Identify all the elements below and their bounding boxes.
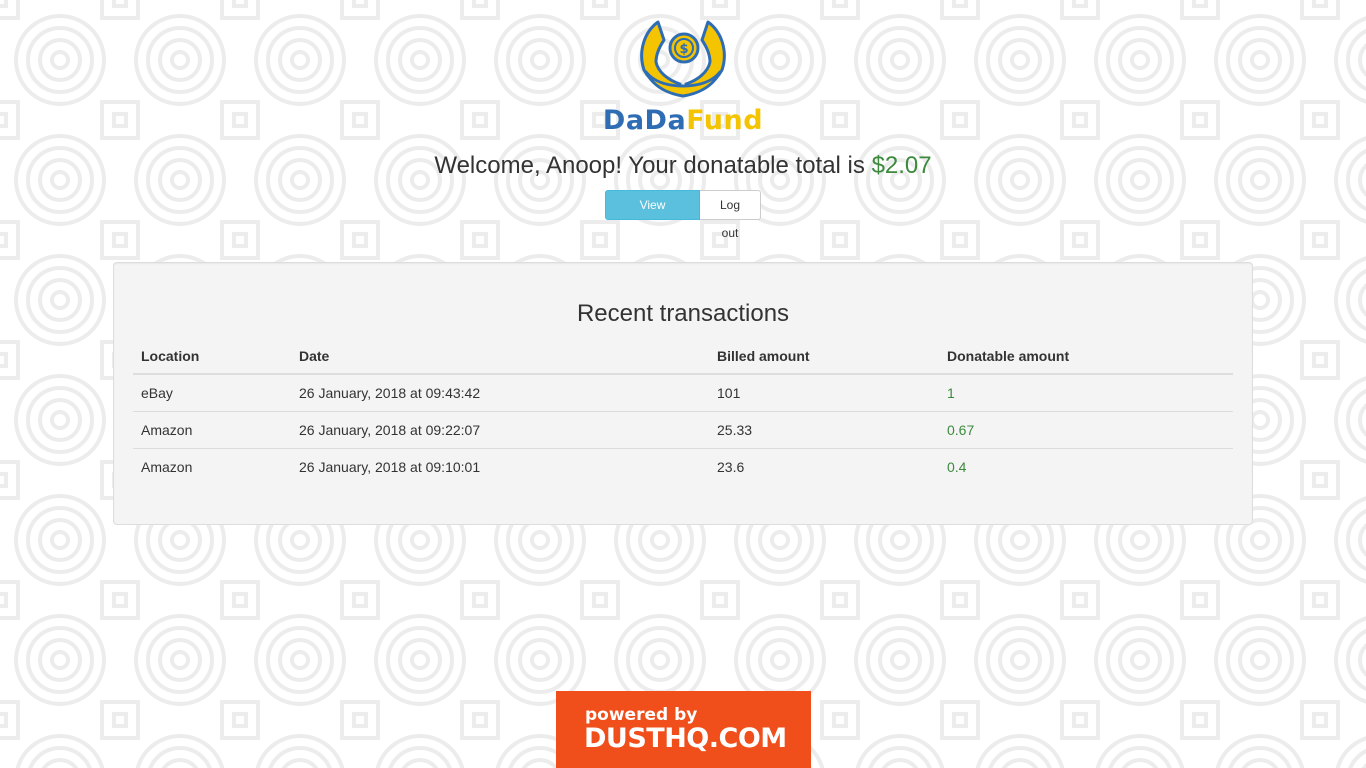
cell-date: 26 January, 2018 at 09:10:01 (299, 458, 481, 475)
donatable-total: $2.07 (871, 152, 932, 179)
action-buttons: View charities Log out (605, 190, 761, 240)
dusthq-brand-text: DUSTHQ.COM (584, 723, 787, 754)
hands-holding-coin-icon: $ (640, 20, 726, 98)
header-donatable-amount: Donatable amount (939, 339, 1233, 375)
dadafund-logo[interactable]: $ DaDaFund (600, 18, 766, 140)
brand-name-part2: Fund (686, 105, 764, 136)
transactions-table: Location Date Billed amount Donatable am… (133, 339, 1233, 485)
table-header-row: Location Date Billed amount Donatable am… (133, 339, 1233, 375)
header-billed-amount: Billed amount (709, 339, 939, 375)
log-out-button[interactable]: Log out (700, 190, 761, 240)
cell-location: eBay (133, 374, 291, 412)
cell-donatable-amount: 0.4 (947, 458, 967, 475)
transactions-title: Recent transactions (576, 300, 790, 327)
welcome-text: Welcome, Anoop! Your donatable total is (434, 152, 872, 179)
coin-symbol: $ (679, 42, 688, 57)
cell-donatable-amount: 1 (939, 374, 1233, 412)
header-date: Date (291, 339, 709, 375)
page: $ DaDaFund Welcome, Anoop! Your donatabl… (0, 0, 1366, 768)
cell-billed-amount: 23.6 (717, 458, 745, 475)
cell-billed-amount: 25.33 (709, 411, 939, 449)
brand-name: DaDaFund (600, 104, 766, 138)
cell-location: Amazon (141, 458, 193, 475)
cell-date: 26 January, 2018 at 09:22:07 (291, 411, 709, 449)
cell-location: Amazon (133, 411, 291, 449)
transactions-panel: Recent transactions Location Date Billed… (113, 262, 1253, 525)
table-row: Amazon 26 January, 2018 at 09:10:01 23.6… (133, 448, 1233, 485)
view-charities-button[interactable]: View charities (605, 190, 700, 240)
header-location: Location (133, 339, 291, 375)
cell-donatable-amount: 0.67 (939, 411, 1233, 449)
brand-name-part1: DaDa (602, 105, 687, 136)
cell-date: 26 January, 2018 at 09:43:42 (291, 374, 709, 412)
cell-billed-amount: 101 (709, 374, 939, 412)
table-row: Amazon 26 January, 2018 at 09:22:07 25.3… (133, 411, 1233, 449)
table-row: eBay 26 January, 2018 at 09:43:42 101 1 (133, 374, 1233, 412)
powered-by-dusthq-badge[interactable]: powered by DUSTHQ.COM (556, 691, 811, 768)
welcome-message: Welcome, Anoop! Your donatable total is … (0, 150, 1366, 182)
